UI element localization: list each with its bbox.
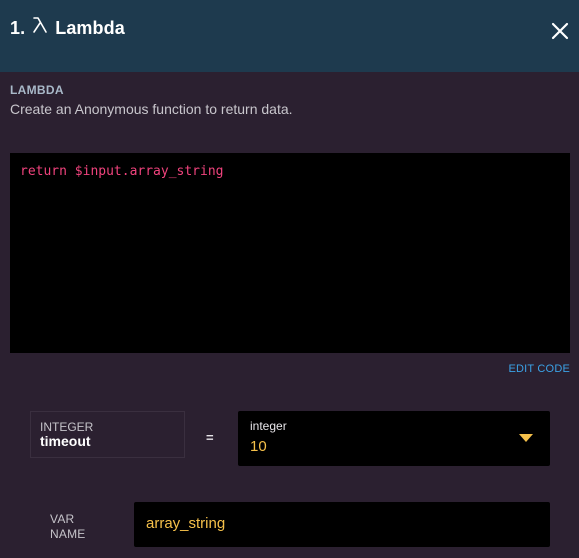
var-name-input[interactable]: array_string <box>134 502 550 547</box>
select-type-label: integer <box>250 419 287 433</box>
equals-sign: = <box>206 430 214 445</box>
code-line: return $input.array_string <box>20 164 224 179</box>
var-name-label: VAR NAME <box>50 512 85 542</box>
select-value: 10 <box>250 438 267 455</box>
chevron-down-icon <box>519 434 533 442</box>
section-description: Create an Anonymous function to return d… <box>10 101 293 117</box>
title-text: Lambda <box>55 17 125 38</box>
step-number: 1. <box>10 17 26 38</box>
section-label: LAMBDA <box>10 83 64 97</box>
parameter-value-select[interactable]: integer 10 <box>238 411 550 466</box>
code-editor[interactable]: return $input.array_string <box>10 153 570 353</box>
modal-title: 1. Lambda <box>10 17 125 39</box>
var-name-label-line1: VAR <box>50 512 75 526</box>
parameter-label-box: INTEGER timeout <box>30 411 185 458</box>
var-name-label-line2: NAME <box>50 527 86 541</box>
lambda-icon <box>32 16 48 38</box>
close-button[interactable] <box>551 22 569 40</box>
close-icon <box>551 22 569 40</box>
parameter-name: timeout <box>40 433 91 449</box>
modal-header: 1. Lambda <box>0 0 579 72</box>
edit-code-link[interactable]: EDIT CODE <box>509 363 571 375</box>
